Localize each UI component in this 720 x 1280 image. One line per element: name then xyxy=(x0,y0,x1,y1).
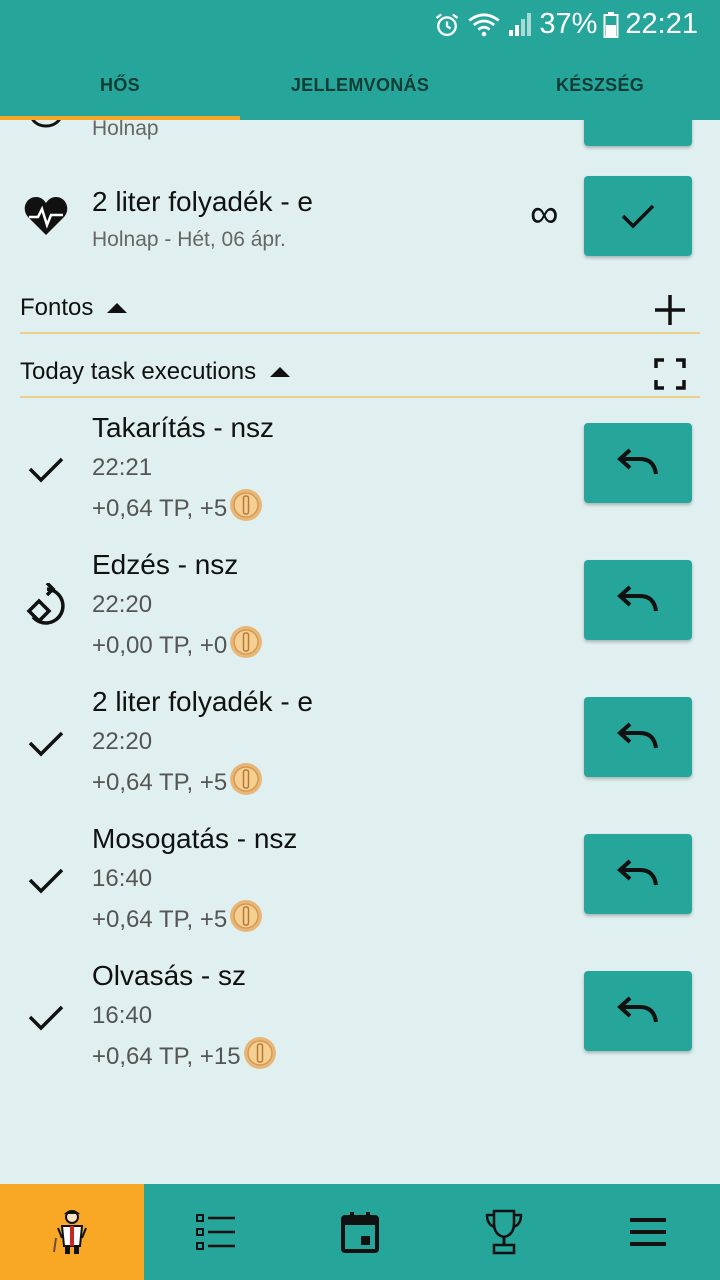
content-scroll[interactable]: Holnap 2 liter folyadék - e Holnap - Hét… xyxy=(0,120,720,1184)
complete-button[interactable] xyxy=(584,120,692,146)
collapse-caret-icon[interactable] xyxy=(270,367,291,377)
section-title: Fontos xyxy=(20,294,94,321)
undo-icon xyxy=(616,446,660,481)
execution-title: Edzés - nsz xyxy=(92,549,239,580)
execution-row[interactable]: 2 liter folyadék - e 22:20 +0,64 TP, +5 xyxy=(0,684,720,814)
nav-achievements[interactable] xyxy=(432,1184,576,1280)
add-icon[interactable] xyxy=(652,292,688,328)
habit-icon xyxy=(20,120,72,142)
heart-pulse-icon xyxy=(20,190,72,242)
hero-icon xyxy=(53,1210,87,1254)
tab-bar: HŐS JELLEMVONÁS KÉSZSÉG xyxy=(0,50,720,120)
tab-skills[interactable]: KÉSZSÉG xyxy=(480,50,720,120)
calendar-icon xyxy=(341,1212,379,1253)
task-list-icon xyxy=(196,1214,235,1250)
coin-icon xyxy=(229,899,263,940)
check-icon xyxy=(20,443,72,495)
habit-row[interactable]: 2 liter folyadék - e Holnap - Hét, 06 áp… xyxy=(0,170,720,270)
reward-text: +0,64 TP, +5 xyxy=(92,494,228,522)
bottom-navigation xyxy=(0,1184,720,1280)
check-icon xyxy=(621,204,655,229)
habit-row[interactable]: Holnap xyxy=(0,120,720,160)
menu-icon xyxy=(630,1218,666,1246)
battery-icon xyxy=(603,11,619,39)
execution-title: 2 liter folyadék - e xyxy=(92,686,313,717)
undo-icon xyxy=(616,857,660,892)
execution-time: 22:21 xyxy=(92,454,153,481)
fullscreen-icon[interactable] xyxy=(652,356,688,392)
habit-subtitle: Holnap - Hét, 06 ápr. xyxy=(92,228,286,251)
undo-button[interactable] xyxy=(584,971,692,1051)
habit-subtitle: Holnap xyxy=(92,120,159,140)
tab-label: KÉSZSÉG xyxy=(555,74,645,95)
execution-title: Takarítás - nsz xyxy=(92,412,275,443)
execution-reward: +0,64 TP, +15 xyxy=(92,1036,277,1077)
check-icon xyxy=(20,854,72,906)
execution-reward: +0,00 TP, +0 xyxy=(92,625,263,666)
rotate-icon xyxy=(20,580,72,632)
undo-button[interactable] xyxy=(584,560,692,640)
signal-icon xyxy=(507,12,533,38)
execution-title: Olvasás - sz xyxy=(92,960,247,991)
execution-row[interactable]: Olvasás - sz 16:40 +0,64 TP, +15 xyxy=(0,958,720,1088)
nav-hero[interactable] xyxy=(0,1184,144,1280)
nav-menu[interactable] xyxy=(576,1184,720,1280)
tab-traits[interactable]: JELLEMVONÁS xyxy=(240,50,480,120)
reward-text: +0,64 TP, +5 xyxy=(92,768,228,796)
trophy-icon xyxy=(485,1209,523,1255)
undo-icon xyxy=(616,994,660,1029)
battery-percent: 37% xyxy=(539,8,598,40)
execution-row[interactable]: Mosogatás - nsz 16:40 +0,64 TP, +5 xyxy=(0,821,720,951)
tab-hero[interactable]: HŐS xyxy=(0,50,240,120)
execution-row[interactable]: Takarítás - nsz 22:21 +0,64 TP, +5 xyxy=(0,410,720,540)
execution-row[interactable]: Edzés - nsz 22:20 +0,00 TP, +0 xyxy=(0,547,720,677)
complete-button[interactable] xyxy=(584,176,692,256)
collapse-caret-icon[interactable] xyxy=(107,303,128,313)
execution-time: 22:20 xyxy=(92,591,153,618)
section-title: Today task executions xyxy=(20,358,257,385)
execution-reward: +0,64 TP, +5 xyxy=(92,762,263,803)
wifi-icon xyxy=(467,11,501,39)
execution-title: Mosogatás - nsz xyxy=(92,823,298,854)
reward-text: +0,64 TP, +5 xyxy=(92,905,228,933)
clock-time: 22:21 xyxy=(625,8,698,40)
execution-time: 22:20 xyxy=(92,728,153,755)
tab-label: HŐS xyxy=(100,74,140,95)
execution-reward: +0,64 TP, +5 xyxy=(92,488,263,529)
coin-icon xyxy=(229,625,263,666)
repeat-infinity: ∞ xyxy=(530,192,559,236)
undo-icon xyxy=(616,720,660,755)
section-important[interactable]: Fontos xyxy=(20,284,700,334)
undo-button[interactable] xyxy=(584,423,692,503)
coin-icon xyxy=(229,762,263,803)
status-indicators: 37% 22:21 xyxy=(433,8,698,41)
coin-icon xyxy=(243,1036,277,1077)
nav-tasks[interactable] xyxy=(144,1184,288,1280)
undo-button[interactable] xyxy=(584,834,692,914)
habit-title: 2 liter folyadék - e xyxy=(92,186,313,217)
section-executions[interactable]: Today task executions xyxy=(20,348,700,398)
reward-text: +0,64 TP, +15 xyxy=(92,1042,241,1070)
execution-reward: +0,64 TP, +5 xyxy=(92,899,263,940)
check-icon xyxy=(20,991,72,1043)
status-bar: 37% 22:21 xyxy=(0,0,720,50)
undo-button[interactable] xyxy=(584,697,692,777)
nav-calendar[interactable] xyxy=(288,1184,432,1280)
check-icon xyxy=(20,717,72,769)
tab-label: JELLEMVONÁS xyxy=(290,74,430,95)
undo-icon xyxy=(616,583,660,618)
reward-text: +0,00 TP, +0 xyxy=(92,631,228,659)
execution-time: 16:40 xyxy=(92,1002,153,1029)
execution-time: 16:40 xyxy=(92,865,153,892)
alarm-icon xyxy=(433,11,461,39)
coin-icon xyxy=(229,488,263,529)
